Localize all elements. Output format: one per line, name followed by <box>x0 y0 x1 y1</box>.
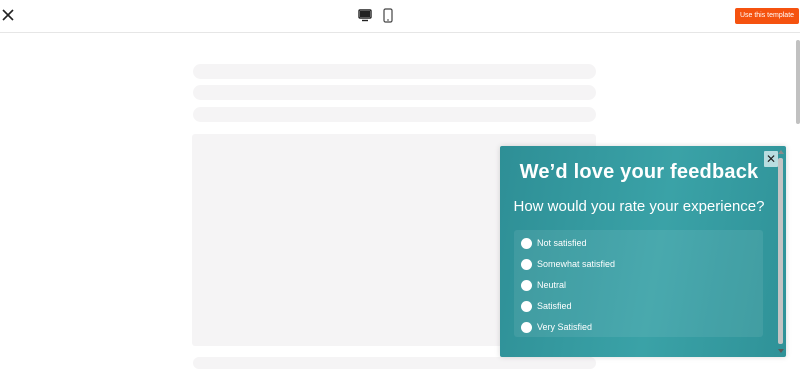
rating-option[interactable]: Neutral <box>521 278 741 292</box>
rating-option[interactable]: Somewhat satisfied <box>521 257 741 271</box>
rating-option[interactable]: Satisfied <box>521 299 741 313</box>
skeleton-line <box>193 357 596 369</box>
radio-button[interactable] <box>521 237 532 249</box>
radio-button[interactable] <box>521 300 532 312</box>
scroll-thumb[interactable] <box>778 158 783 344</box>
scroll-up-arrow-icon[interactable] <box>778 150 784 154</box>
close-icon[interactable] <box>1 8 15 22</box>
skeleton-line <box>193 64 596 79</box>
radio-button[interactable] <box>521 258 532 270</box>
skeleton-line <box>193 85 596 100</box>
rating-option-label: Somewhat satisfied <box>537 259 616 269</box>
rating-option[interactable]: Not satisfied <box>521 236 741 250</box>
rating-options: Not satisfied Somewhat satisfied Neutral… <box>514 230 763 337</box>
use-template-button[interactable]: Use this template <box>735 8 799 24</box>
page-scrollbar[interactable] <box>796 40 800 124</box>
feedback-widget: ✕ We’d love your feedback How would you … <box>500 146 786 357</box>
mobile-icon[interactable] <box>383 8 393 23</box>
rating-option-label: Very Satisfied <box>537 322 593 332</box>
widget-question: How would you rate your experience? <box>513 198 765 215</box>
radio-button[interactable] <box>521 279 532 291</box>
rating-option-label: Satisfied <box>537 301 572 311</box>
radio-button[interactable] <box>521 321 532 333</box>
skeleton-line <box>193 107 596 122</box>
rating-option-label: Not satisfied <box>537 238 587 248</box>
widget-title: We’d love your feedback <box>519 161 759 183</box>
widget-scrollbar[interactable] <box>777 150 785 354</box>
rating-option-label: Neutral <box>537 280 567 290</box>
desktop-icon[interactable] <box>358 9 372 22</box>
top-toolbar: Use this template <box>0 0 800 33</box>
scroll-down-arrow-icon[interactable] <box>778 349 784 353</box>
rating-option[interactable]: Very Satisfied <box>521 320 741 334</box>
